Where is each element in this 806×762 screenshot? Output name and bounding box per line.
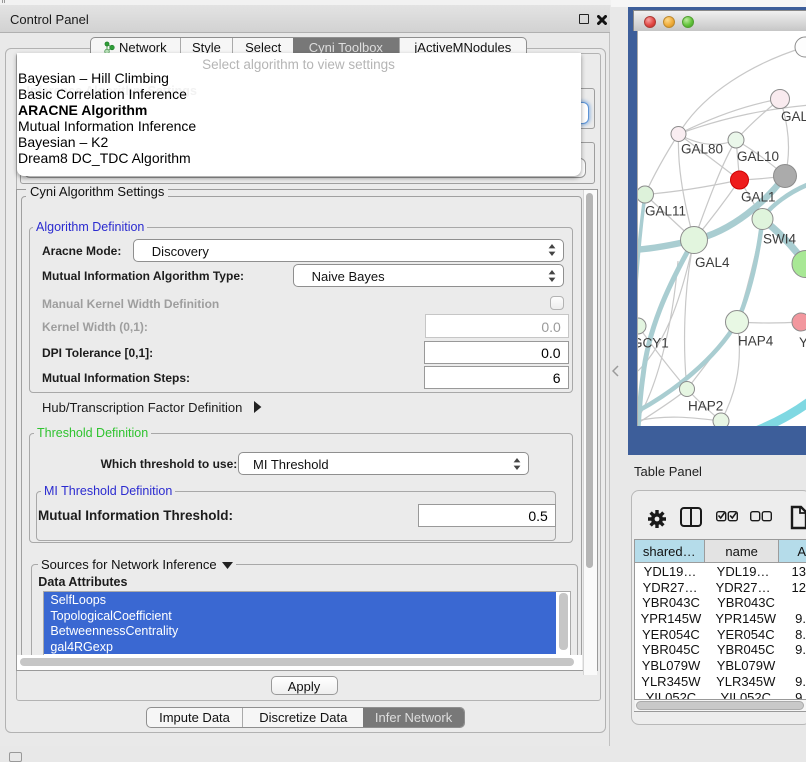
svg-text:GAL4: GAL4 bbox=[695, 255, 730, 270]
svg-text:Y: Y bbox=[799, 335, 806, 350]
svg-text:GAL8: GAL8 bbox=[781, 109, 806, 124]
svg-text:HAP4: HAP4 bbox=[738, 334, 774, 349]
svg-text:GAL80: GAL80 bbox=[681, 142, 723, 157]
svg-text:GAL1: GAL1 bbox=[741, 190, 776, 205]
svg-text:SWI4: SWI4 bbox=[763, 232, 796, 247]
svg-text:HAP2: HAP2 bbox=[688, 399, 723, 414]
svg-text:GAL11: GAL11 bbox=[645, 204, 686, 219]
svg-text:GAL10: GAL10 bbox=[737, 149, 779, 164]
svg-text:GCY1: GCY1 bbox=[638, 336, 669, 351]
